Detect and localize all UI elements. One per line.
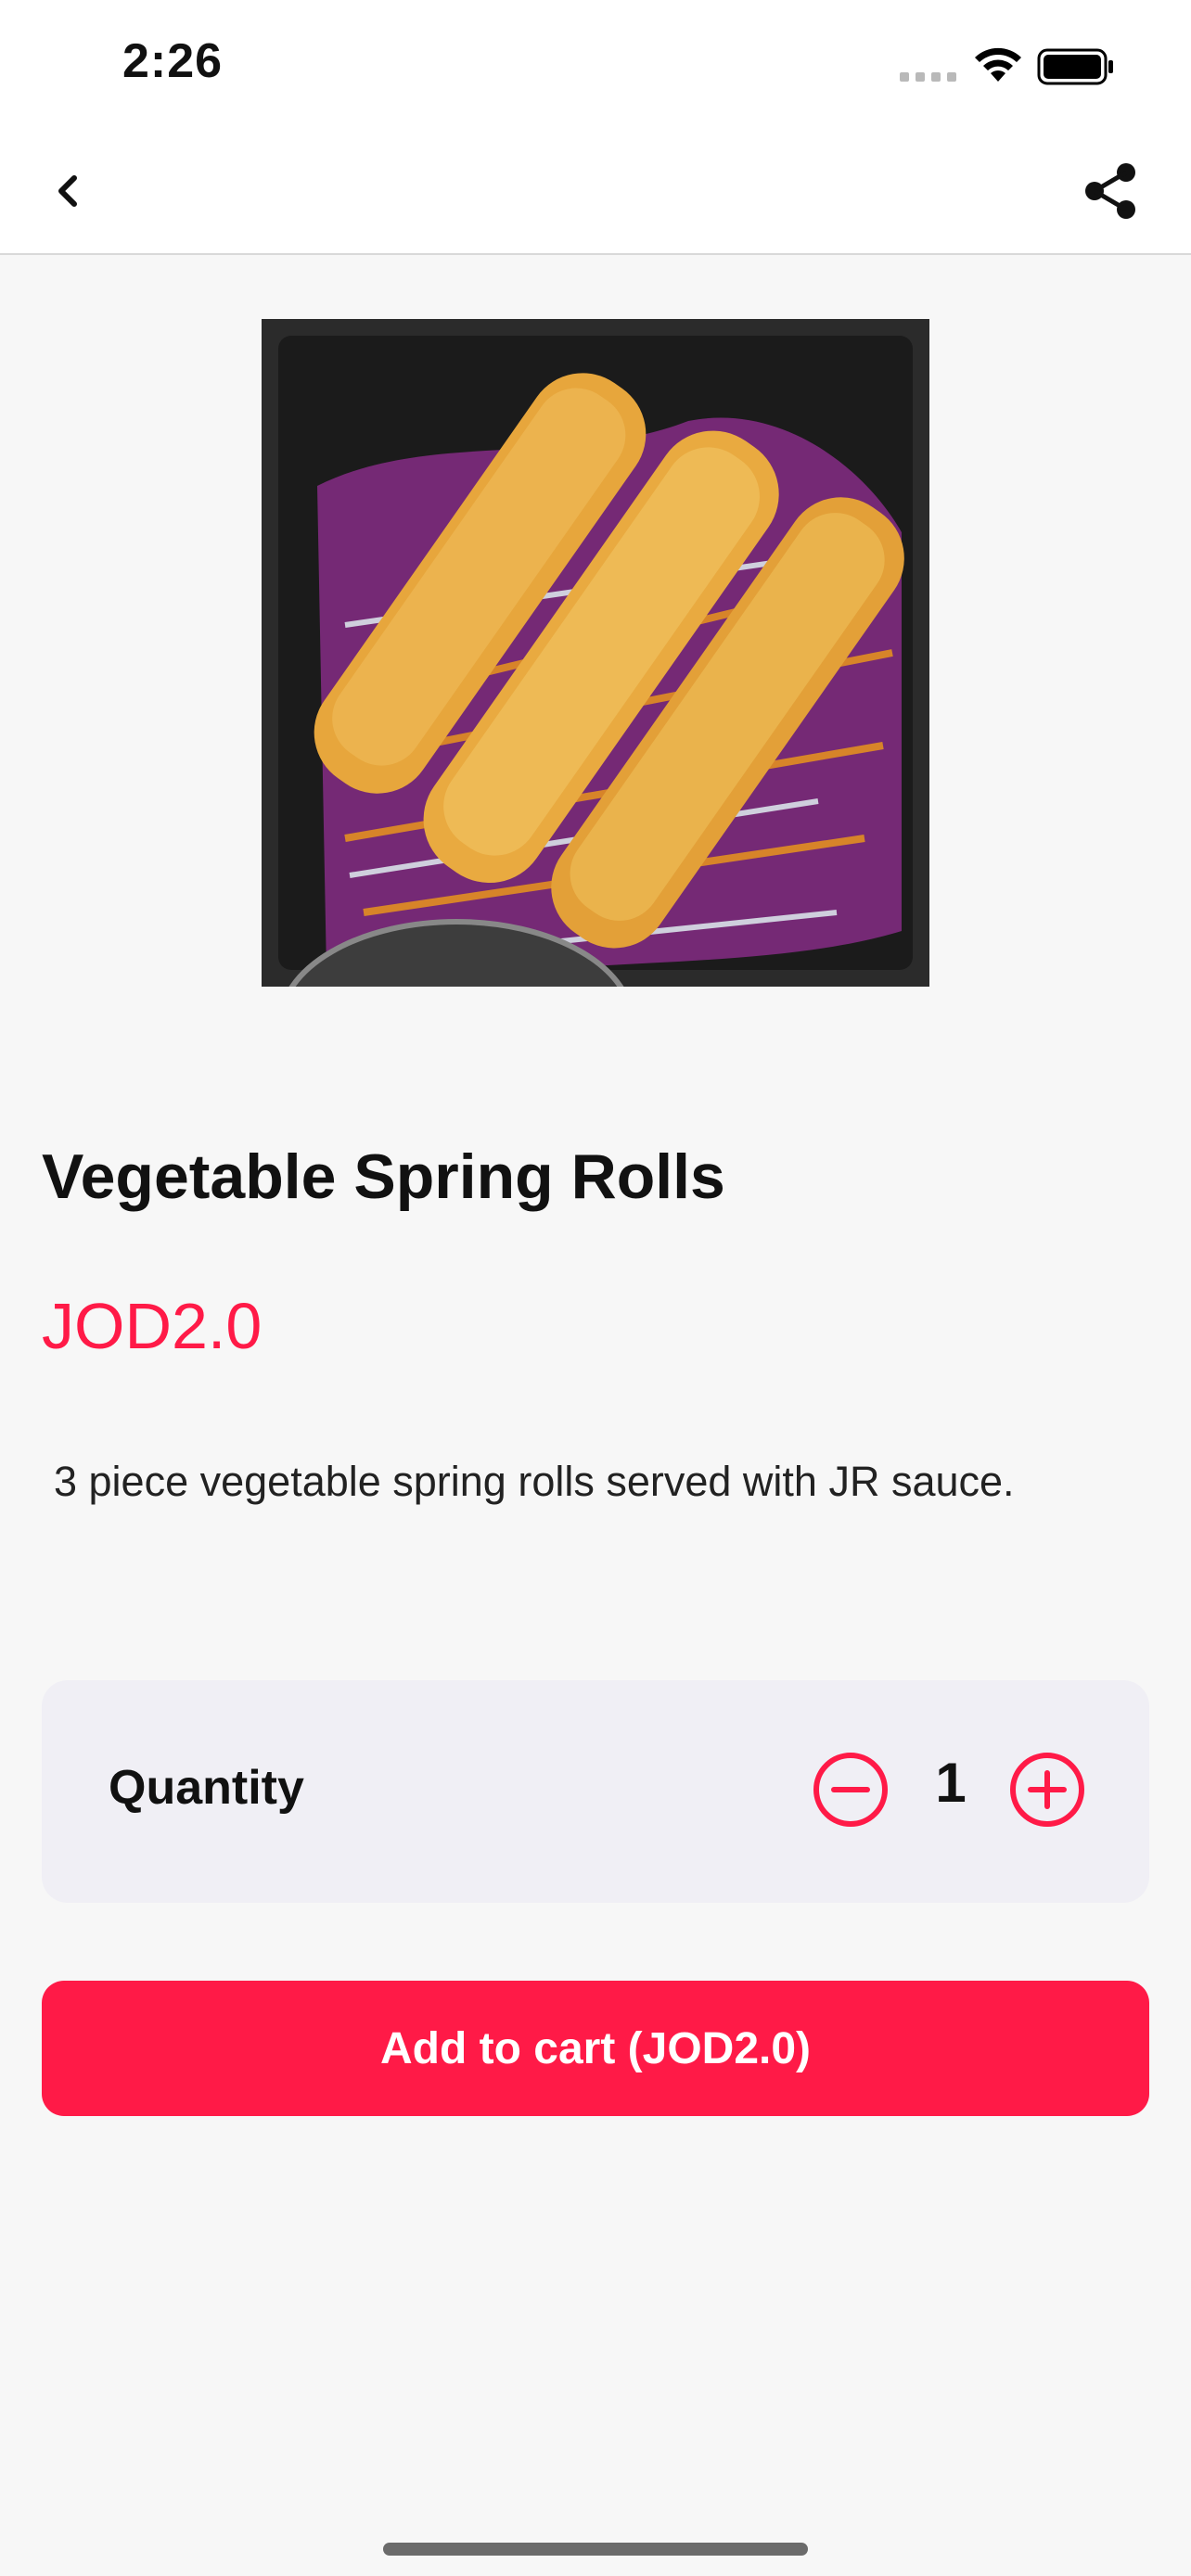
product-title: Vegetable Spring Rolls <box>42 1141 725 1212</box>
add-to-cart-button[interactable]: Add to cart (JOD2.0) <box>42 1981 1149 2116</box>
share-icon[interactable] <box>1080 159 1143 223</box>
plus-circle-icon[interactable] <box>1008 1751 1086 1829</box>
product-image <box>262 319 929 987</box>
product-description: 3 piece vegetable spring rolls served wi… <box>54 1458 1015 1505</box>
quantity-label: Quantity <box>109 1761 304 1815</box>
product-price: JOD2.0 <box>42 1290 263 1362</box>
cellular-signal-icon <box>900 72 956 82</box>
navigation-bar <box>0 130 1191 255</box>
status-time: 2:26 <box>122 34 224 88</box>
home-indicator[interactable] <box>383 2543 808 2556</box>
quantity-card: Quantity 1 <box>42 1680 1149 1903</box>
quantity-value: 1 <box>935 1752 967 1814</box>
battery-icon <box>1037 48 1113 85</box>
minus-circle-icon[interactable] <box>812 1751 890 1829</box>
wifi-icon <box>975 47 1021 82</box>
back-chevron-icon[interactable] <box>41 163 96 219</box>
status-bar: 2:26 <box>0 0 1191 130</box>
